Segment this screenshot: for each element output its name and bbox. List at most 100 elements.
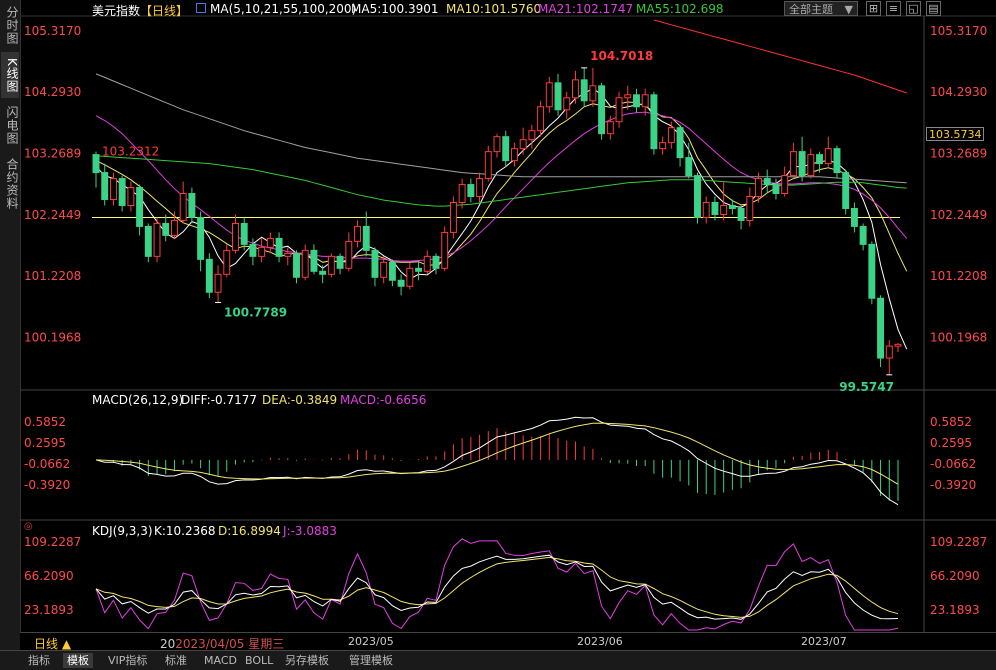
ma55-value: MA55:102.698	[636, 2, 724, 16]
indicator-settings-icon[interactable]: ◎	[24, 521, 33, 532]
y-axis-tick-label: 104.2930	[24, 85, 81, 99]
layout-grid-icon[interactable]: ⊞	[866, 1, 881, 16]
ma-title: MA(5,10,21,55,100,200)	[210, 2, 357, 16]
chevron-down-icon: ▼	[844, 3, 853, 16]
candle	[598, 85, 606, 135]
candle	[232, 222, 239, 251]
candle	[737, 207, 745, 221]
candle	[894, 343, 902, 347]
candle	[885, 345, 893, 359]
tab-templates[interactable]: 模板	[63, 653, 93, 668]
candle	[746, 196, 754, 221]
side-tab-flash[interactable]: 闪电图	[1, 102, 19, 148]
tab-indicators[interactable]: 指标	[24, 653, 54, 668]
side-tab-contract-info[interactable]: 合约资料	[1, 154, 19, 214]
tab-macd[interactable]: MACD	[200, 653, 241, 668]
kdj-pane	[95, 538, 899, 631]
candle	[589, 85, 597, 102]
candle	[833, 148, 841, 174]
candle	[136, 187, 144, 227]
candle	[109, 178, 117, 201]
macd-axis-label: 0.2595	[930, 436, 972, 450]
side-tab-kline[interactable]: K线图	[1, 52, 19, 98]
candle	[545, 82, 553, 108]
low-price-label: 100.7789	[224, 305, 287, 319]
candle	[380, 261, 388, 278]
candle	[170, 219, 178, 236]
tab-standard[interactable]: 标准	[161, 653, 191, 668]
candle	[493, 136, 501, 153]
y-axis-tick-label: 105.3170	[24, 24, 81, 38]
candle	[467, 184, 475, 198]
tab-boll[interactable]: BOLL	[241, 653, 277, 668]
y-axis-tick-label: 103.2689	[24, 147, 81, 161]
macd-axis-label: 0.5852	[24, 415, 66, 429]
candle	[877, 297, 885, 359]
candle	[458, 184, 466, 203]
candle	[484, 151, 492, 180]
ma-settings-icon[interactable]	[196, 3, 206, 13]
kdj-title: KDJ(9,3,3)	[92, 524, 153, 538]
month-label: 2023/05	[348, 635, 394, 648]
candle	[571, 79, 579, 99]
tab-manage-templates[interactable]: 管理模板	[345, 653, 397, 668]
candle	[388, 261, 396, 281]
candle	[633, 94, 640, 108]
candle	[406, 267, 414, 287]
month-label: 2023/06	[577, 635, 623, 648]
candle	[240, 222, 248, 245]
candle	[824, 148, 832, 165]
macd-dea-value: DEA:-0.3849	[262, 393, 338, 407]
start-price-label: 103.2312	[102, 145, 159, 159]
window-restore-icon[interactable]: ◱	[906, 1, 921, 16]
candle	[397, 279, 405, 287]
candle	[476, 178, 484, 198]
kdj-k-value: K:10.2368	[154, 524, 216, 538]
macd-diff-value: DIFF:-0.7177	[181, 393, 258, 407]
candle	[249, 243, 257, 257]
ma-line-ma5	[95, 87, 908, 350]
kdj-axis-label: 66.2090	[24, 569, 74, 583]
candle	[101, 172, 109, 201]
candle	[223, 249, 231, 275]
tab-save-template[interactable]: 另存模板	[281, 653, 333, 668]
template-tab-bar: 指标 模板 VIP指标 标准 MACD BOLL 另存模板 管理模板	[0, 650, 996, 670]
time-axis-bar: 日线 ▲ 202023/04/05 星期三 2023/05 2023/06 20…	[20, 632, 996, 651]
candle	[144, 225, 152, 257]
candle	[162, 222, 170, 236]
theme-label: 全部主题	[789, 3, 833, 16]
candle	[694, 175, 701, 218]
candle	[659, 142, 667, 150]
macd-axis-label: -0.3920	[24, 478, 70, 492]
period-tag: 【日线】	[140, 4, 189, 18]
side-tab-bar: 分时图 K线图 闪电图 合约资料	[0, 0, 21, 650]
kdj-k-line	[95, 554, 899, 620]
candle	[371, 249, 379, 278]
candle	[310, 249, 318, 272]
kdj-d-value: D:16.8994	[218, 524, 281, 538]
candle	[667, 127, 675, 144]
candle	[266, 237, 274, 248]
tab-vip-indicators[interactable]: VIP指标	[104, 653, 151, 668]
menu-icon[interactable]: ≡	[886, 1, 901, 16]
side-tab-timeshare[interactable]: 分时图	[1, 4, 19, 46]
candle	[293, 252, 300, 278]
candle	[816, 154, 824, 165]
candle	[118, 178, 126, 206]
month-label: 2023/07	[801, 635, 847, 648]
y-axis-tick-label: 103.2689	[930, 147, 987, 161]
candle	[441, 231, 449, 269]
candle	[153, 222, 161, 257]
candle	[650, 94, 658, 150]
candle	[772, 184, 780, 195]
y-axis-tick-label: 102.2449	[930, 208, 987, 222]
panel-icon[interactable]: ▤	[926, 1, 941, 16]
candle	[258, 246, 266, 257]
macd-hist-value: MACD:-0.6656	[340, 393, 427, 407]
y-axis-tick-label: 101.2208	[24, 269, 81, 283]
theme-dropdown[interactable]: 全部主题 ▼	[784, 1, 858, 16]
candle	[354, 225, 361, 242]
kdj-axis-label: 109.2287	[24, 535, 81, 549]
candle	[284, 252, 292, 257]
candle	[720, 204, 728, 215]
